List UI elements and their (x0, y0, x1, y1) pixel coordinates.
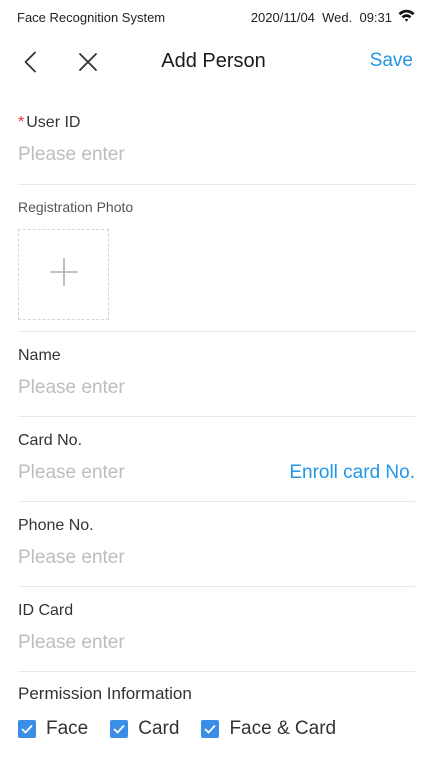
user-id-label: * User ID (18, 114, 415, 132)
wifi-icon (398, 9, 415, 25)
registration-photo-field: Registration Photo (18, 185, 415, 332)
name-field: Name (18, 332, 415, 417)
plus-icon (48, 256, 80, 293)
permission-section: Permission Information Face Card Face & … (18, 672, 415, 740)
permission-face-checkbox[interactable]: Face (18, 718, 88, 740)
permission-label: Permission Information (18, 684, 192, 703)
phone-no-label: Phone No. (18, 517, 94, 534)
status-datetime: 2020/11/04 Wed. 09:31 (250, 9, 392, 25)
status-right: 2020/11/04 Wed. 09:31 (251, 9, 415, 25)
permission-option-label: Card (138, 718, 180, 739)
add-person-form: *User ID Registration Photo Name Card No… (0, 90, 427, 740)
user-id-input[interactable] (18, 144, 415, 166)
user-id-label-text: User ID (26, 114, 81, 131)
checkbox-checked-icon (201, 720, 220, 738)
permission-options: Face Card Face & Card (18, 718, 415, 740)
checkbox-checked-icon (110, 720, 129, 738)
card-no-field: Card No. Enroll card No. (18, 417, 415, 502)
phone-no-field: Phone No. (18, 502, 415, 587)
permission-option-label: Face & Card (229, 718, 337, 739)
add-photo-button[interactable] (18, 229, 109, 320)
phone-no-input[interactable] (18, 547, 415, 569)
nav-bar: Add Person Save (0, 34, 427, 90)
permission-face-card-checkbox[interactable]: Face & Card (201, 718, 336, 740)
id-card-field: ID Card (18, 587, 415, 672)
user-id-field: * User ID (18, 90, 415, 185)
save-button[interactable]: Save (370, 50, 413, 72)
enroll-card-button[interactable]: Enroll card No. (289, 462, 415, 484)
card-no-row: Enroll card No. (18, 462, 415, 484)
id-card-label: ID Card (18, 602, 74, 619)
checkbox-checked-icon (18, 720, 36, 738)
registration-photo-label: Registration Photo (18, 199, 134, 215)
permission-option-label: Face (46, 718, 89, 739)
name-label: Name (18, 347, 61, 364)
close-icon[interactable] (72, 46, 104, 78)
status-bar: Face Recognition System 2020/11/04 Wed. … (0, 0, 427, 34)
page-title: Add Person (161, 50, 266, 72)
permission-card-checkbox[interactable]: Card (110, 718, 179, 740)
chevron-left-icon[interactable] (14, 46, 46, 78)
required-mark: * (18, 114, 25, 131)
card-no-input[interactable] (18, 462, 218, 484)
card-no-label: Card No. (18, 432, 83, 449)
status-app-name: Face Recognition System (17, 9, 166, 25)
name-input[interactable] (18, 377, 415, 399)
id-card-input[interactable] (18, 632, 415, 654)
